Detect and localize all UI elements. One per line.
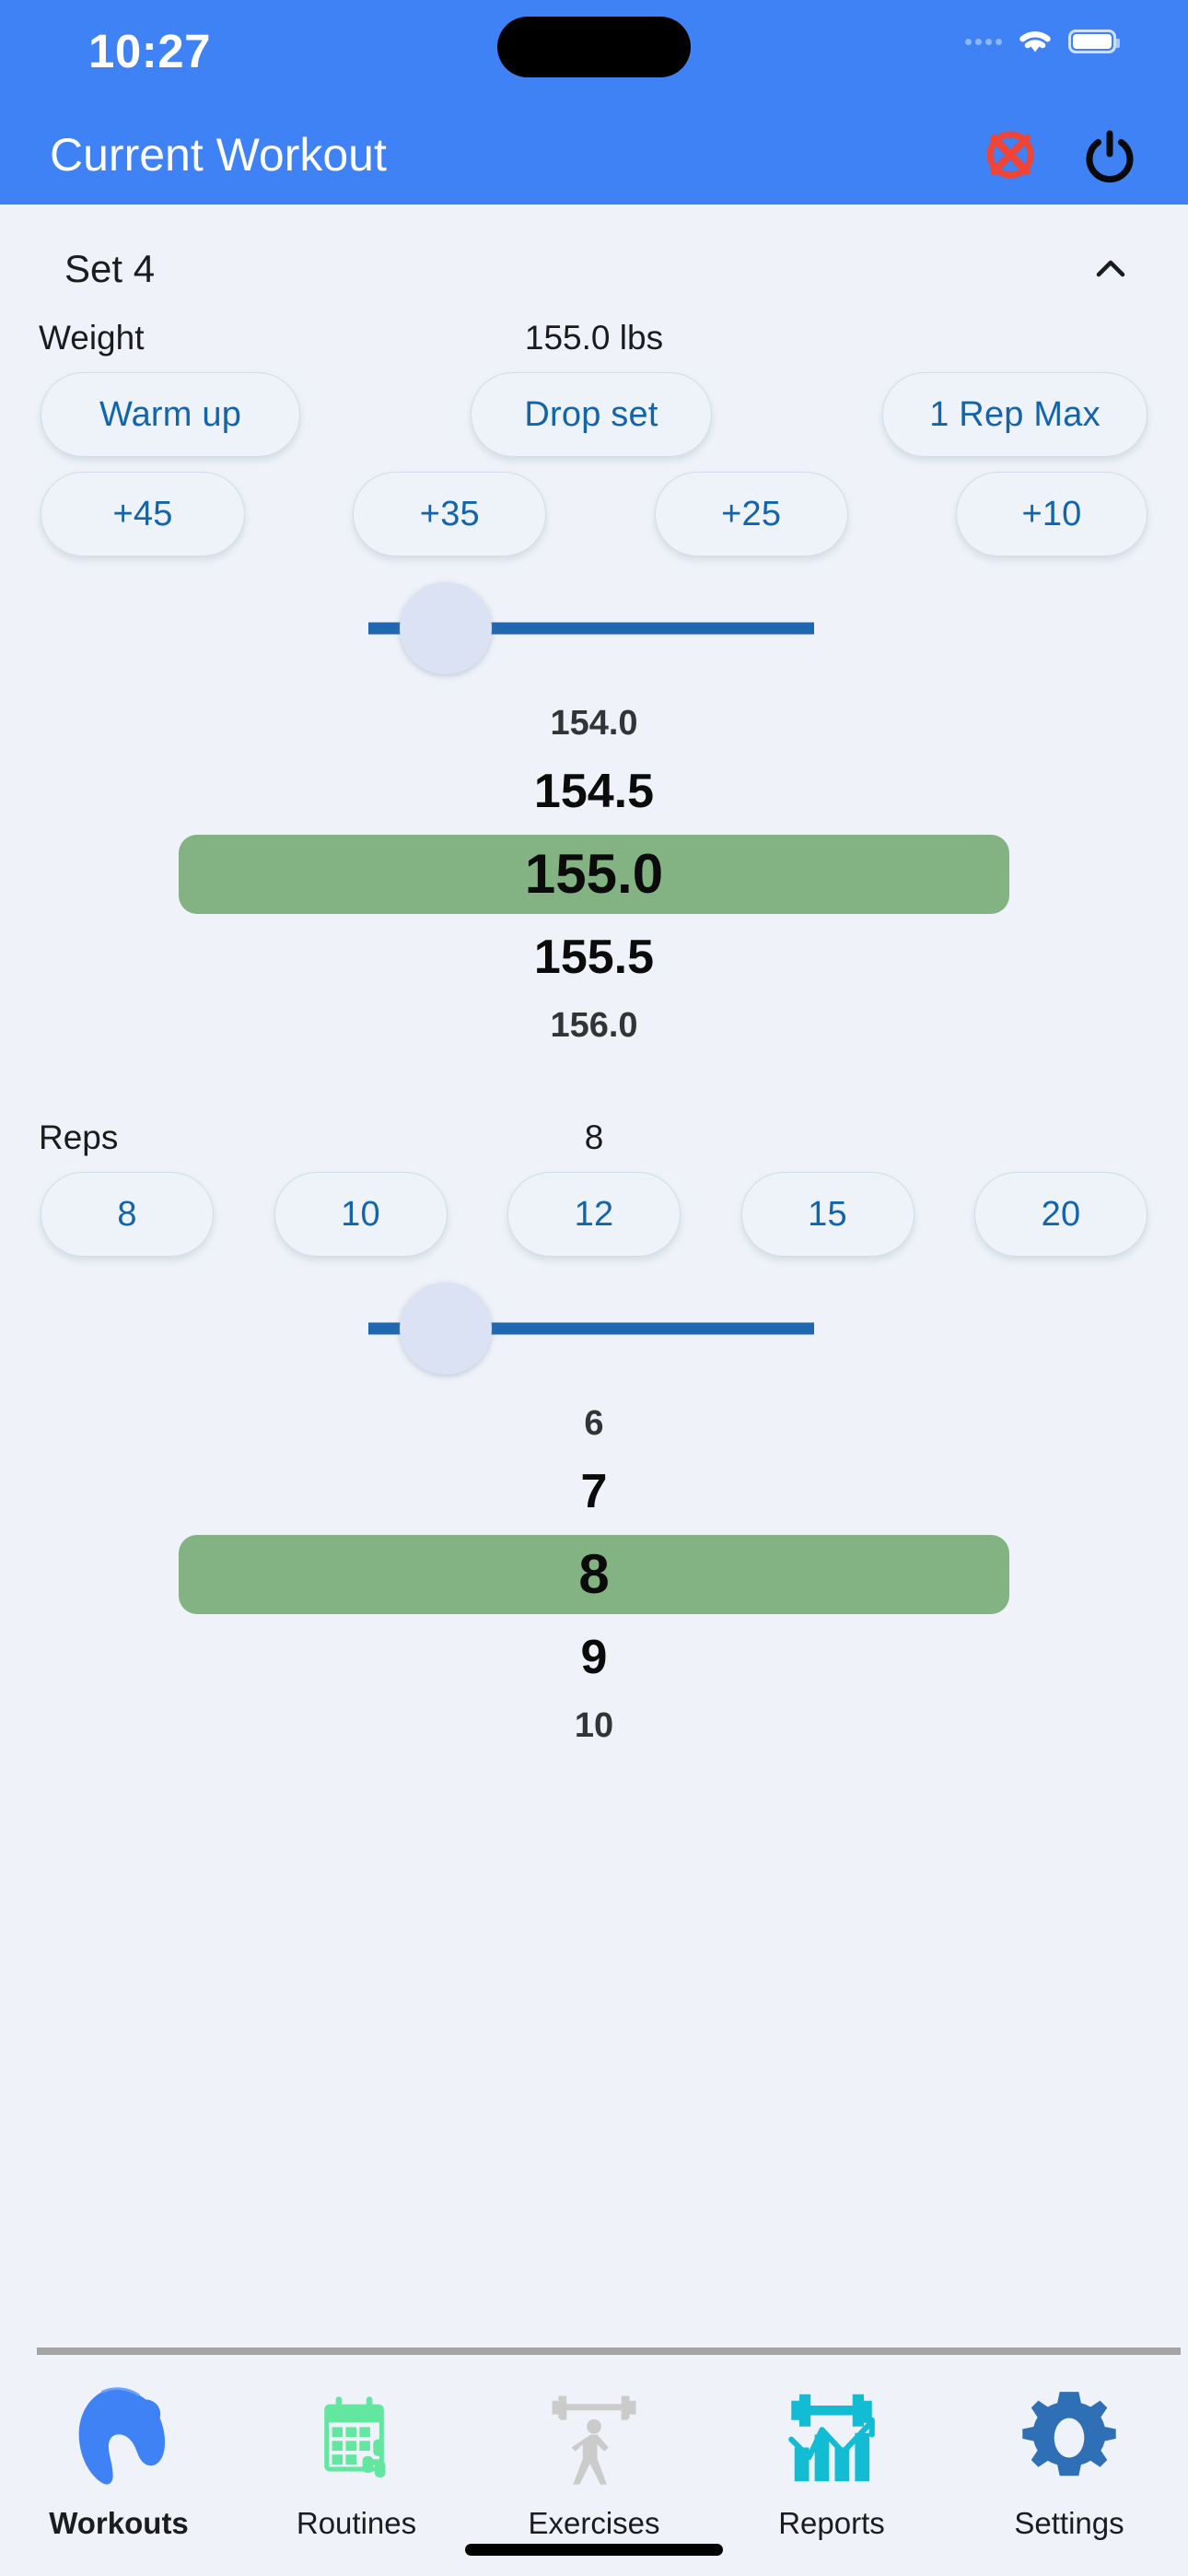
calendar-clock-icon [297,2379,415,2497]
gear-icon [1010,2379,1128,2497]
reps-option[interactable]: 7 [35,1458,1153,1526]
reps-option[interactable]: 6 [35,1389,1153,1458]
cancel-workout-button[interactable] [982,126,1039,183]
weight-slider[interactable] [35,573,1153,684]
finish-workout-power-button[interactable] [1081,126,1138,183]
status-bar-indicators [965,28,1120,55]
dynamic-island [497,17,691,77]
drop-set-button[interactable]: Drop set [471,372,712,457]
weight-plus-10-button[interactable]: +10 [955,472,1147,556]
chart-dumbbell-icon [773,2379,891,2497]
battery-full-icon [1068,29,1120,53]
weight-option[interactable]: 154.5 [35,757,1153,825]
weight-option[interactable]: 154.0 [35,689,1153,757]
tab-label-reports: Reports [778,2506,885,2540]
reps-option[interactable]: 9 [35,1623,1153,1692]
weight-label: Weight [39,319,145,357]
weight-plus-25-button[interactable]: +25 [654,472,848,556]
tab-label-settings: Settings [1014,2506,1124,2540]
reps-option[interactable]: 10 [35,1692,1153,1760]
weight-increment-buttons: +45 +35 +25 +10 [35,457,1153,556]
workout-set-editor: Set 4 Weight 155.0 lbs Warm up Drop set … [0,205,1188,2362]
weight-option[interactable]: 156.0 [35,991,1153,1060]
reps-quick-buttons: 8 10 12 15 20 [35,1157,1153,1257]
status-bar: 10:27 [0,0,1188,105]
app-screen: 10:27 Current Workout Set 4 Weight 155.0… [0,0,1188,2576]
reps-slider[interactable] [35,1273,1153,1384]
set-title: Set 4 [64,247,156,290]
tab-label-routines: Routines [296,2506,417,2540]
weightlifter-icon [535,2379,653,2497]
tab-workouts[interactable]: Workouts [0,2379,238,2576]
tab-routines[interactable]: Routines [238,2379,475,2576]
wifi-icon [1017,28,1054,55]
reps-slider-thumb[interactable] [400,1282,492,1375]
home-indicator [465,2544,723,2556]
reps-value: 8 [584,1118,604,1156]
nav-bar: Current Workout [0,105,1188,205]
weight-plus-35-button[interactable]: +35 [353,472,547,556]
tab-label-workouts: Workouts [49,2506,189,2540]
scroll-divider [37,2348,1181,2355]
weight-plus-45-button[interactable]: +45 [41,472,245,556]
reps-8-button[interactable]: 8 [41,1172,214,1257]
tab-reports[interactable]: Reports [713,2379,950,2576]
reps-10-button[interactable]: 10 [274,1172,448,1257]
set-header[interactable]: Set 4 [35,205,1153,291]
reps-label: Reps [39,1118,119,1156]
chevron-up-icon[interactable] [1092,251,1129,287]
nav-bar-actions [982,126,1138,183]
cellular-dots-icon [965,38,1002,45]
weight-option[interactable]: 155.5 [35,923,1153,991]
bicep-flex-icon [60,2379,178,2497]
weight-picker-wheel[interactable]: 154.0 154.5 155.0 155.5 156.0 [35,689,1153,1060]
reps-option-selected[interactable]: 8 [179,1535,1009,1614]
weight-modifier-buttons: Warm up Drop set 1 Rep Max [35,357,1153,457]
tab-label-exercises: Exercises [528,2506,660,2540]
reps-picker-wheel[interactable]: 6 7 8 9 10 [35,1389,1153,1760]
cancel-circle-x-icon [986,131,1034,179]
page-title: Current Workout [50,129,387,181]
one-rep-max-button[interactable]: 1 Rep Max [882,372,1147,457]
tab-settings[interactable]: Settings [950,2379,1188,2576]
weight-slider-thumb[interactable] [400,582,492,674]
weight-value: 155.0 lbs [524,319,664,357]
warm-up-button[interactable]: Warm up [41,372,300,457]
weight-row: Weight 155.0 lbs [35,291,1153,357]
power-icon [1086,130,1134,183]
weight-option-selected[interactable]: 155.0 [179,835,1009,914]
reps-12-button[interactable]: 12 [507,1172,681,1257]
reps-20-button[interactable]: 20 [974,1172,1147,1257]
status-bar-time: 10:27 [88,25,211,77]
reps-15-button[interactable]: 15 [740,1172,914,1257]
reps-row: Reps 8 [35,1091,1153,1157]
